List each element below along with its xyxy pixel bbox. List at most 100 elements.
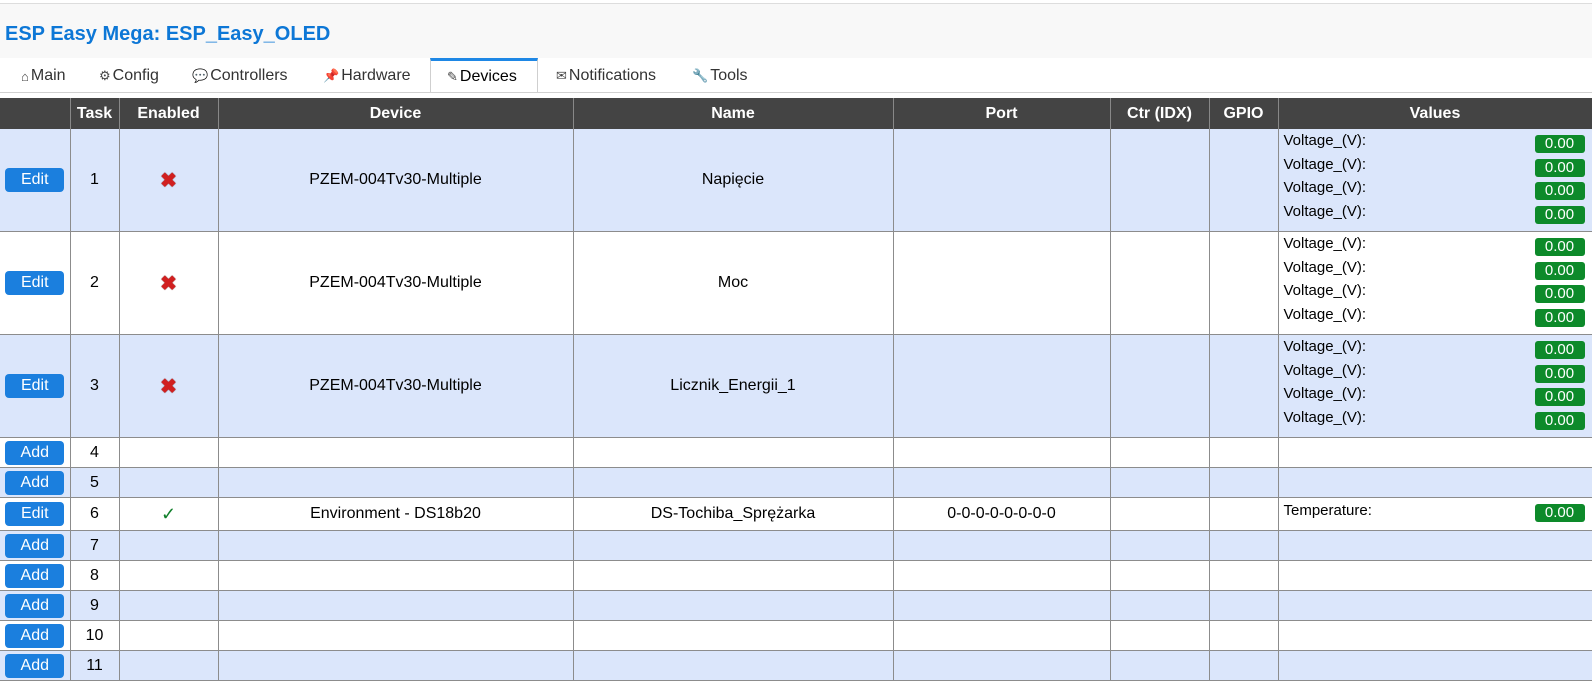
device-name: DS-Tochiba_Sprężarka <box>573 497 894 531</box>
value-row: Voltage_(V): 0.00 <box>1279 130 1592 154</box>
add-button[interactable]: Add <box>5 533 65 558</box>
device-port <box>893 231 1111 335</box>
table-row: Add 9 <box>0 590 1592 621</box>
tab-controllers[interactable]: 💬 Controllers <box>192 58 288 94</box>
tab-main[interactable]: ⌂ Main <box>21 58 66 94</box>
plug-icon: ✎ <box>447 68 458 84</box>
tab-hardware-label: Hardware <box>341 67 411 84</box>
device-ctr-idx <box>1110 334 1210 438</box>
device-type: PZEM-004Tv30-Multiple <box>218 129 574 232</box>
pin-icon: 📌 <box>323 68 340 83</box>
value-badge: 0.00 <box>1534 388 1585 407</box>
tab-controllers-label: Controllers <box>210 67 288 84</box>
device-name: Licznik_Energii_1 <box>573 334 894 438</box>
value-label: Voltage_(V): <box>1283 179 1367 197</box>
task-number: 8 <box>70 560 120 591</box>
edit-button[interactable]: Edit <box>5 502 65 526</box>
table-row: Edit 6 ✓ Environment - DS18b20 DS-Tochib… <box>0 497 1592 531</box>
tab-notifications-label: Notifications <box>568 67 657 84</box>
task-number: 3 <box>70 334 120 438</box>
chat-icon: 💬 <box>192 68 209 83</box>
device-values: Voltage_(V): 0.00 Voltage_(V): 0.00 Voltag… <box>1278 334 1592 438</box>
value-row: Voltage_(V): 0.00 <box>1279 407 1592 431</box>
tab-devices-label: Devices <box>459 67 517 85</box>
col-header-port: Port <box>893 98 1111 129</box>
value-row: Voltage_(V): 0.00 <box>1279 233 1592 257</box>
device-type: PZEM-004Tv30-Multiple <box>218 231 574 335</box>
tab-config-label: Config <box>112 67 159 84</box>
task-number: 9 <box>70 590 120 621</box>
tab-tools-label: Tools <box>710 67 748 84</box>
add-button[interactable]: Add <box>5 593 65 618</box>
tab-devices[interactable]: ✎ Devices <box>430 58 538 92</box>
value-label: Voltage_(V): <box>1283 132 1367 149</box>
device-type: Environment - DS18b20 <box>218 497 574 531</box>
col-header-action <box>0 98 71 129</box>
device-gpio <box>1209 497 1279 531</box>
value-badge: 0.00 <box>1534 182 1585 201</box>
enabled-check-icon: ✓ <box>160 503 177 524</box>
tab-config[interactable]: ⚙ Config <box>99 58 159 94</box>
value-badge: 0.00 <box>1534 135 1585 153</box>
value-label: Temperature: <box>1283 502 1372 519</box>
device-ctr-idx <box>1110 497 1210 531</box>
device-values: Voltage_(V): 0.00 Voltage_(V): 0.00 Voltag… <box>1278 129 1592 232</box>
table-row: Add 4 <box>0 437 1592 468</box>
tab-tools[interactable]: 🔧 Tools <box>692 58 748 94</box>
edit-button[interactable]: Edit <box>5 271 65 295</box>
app-title: ESP Easy Mega: ESP_Easy_OLED <box>5 23 331 45</box>
device-values: Temperature: 0.00 <box>1278 497 1592 531</box>
home-icon: ⌂ <box>21 68 29 84</box>
table-row: Add 5 <box>0 467 1592 498</box>
value-badge: 0.00 <box>1534 308 1585 327</box>
device-port: 0-0-0-0-0-0-0-0 <box>893 497 1111 531</box>
task-number: 2 <box>70 231 120 335</box>
add-button[interactable]: Add <box>5 653 65 678</box>
tab-notifications[interactable]: ✉ Notifications <box>556 58 656 94</box>
table-row: Edit 1 ✖ PZEM-004Tv30-Multiple Napięcie … <box>0 129 1592 232</box>
value-badge: 0.00 <box>1534 205 1585 224</box>
table-row: Edit 3 ✖ PZEM-004Tv30-Multiple Licznik_E… <box>0 334 1592 438</box>
value-label: Voltage_(V): <box>1283 385 1367 403</box>
value-label: Voltage_(V): <box>1283 305 1367 323</box>
add-button[interactable]: Add <box>5 440 65 465</box>
value-badge: 0.00 <box>1534 238 1585 256</box>
value-badge: 0.00 <box>1534 411 1585 430</box>
task-number: 11 <box>70 650 120 681</box>
edit-button[interactable]: Edit <box>5 374 65 398</box>
table-row: Add 10 <box>0 620 1592 651</box>
envelope-icon: ✉ <box>556 68 567 83</box>
value-row: Voltage_(V): 0.00 <box>1279 280 1592 304</box>
value-badge: 0.00 <box>1534 285 1585 304</box>
value-label: Voltage_(V): <box>1283 408 1367 426</box>
add-button[interactable]: Add <box>5 563 65 588</box>
device-gpio <box>1209 334 1279 438</box>
device-name: Napięcie <box>573 129 894 232</box>
device-type: PZEM-004Tv30-Multiple <box>218 334 574 438</box>
table-row: Edit 2 ✖ PZEM-004Tv30-Multiple Moc Volta… <box>0 231 1592 335</box>
value-badge: 0.00 <box>1534 504 1585 522</box>
value-row: Voltage_(V): 0.00 <box>1279 177 1592 201</box>
value-row: Voltage_(V): 0.00 <box>1279 360 1592 384</box>
app-header: ESP Easy Mega: ESP_Easy_OLED <box>0 4 1592 58</box>
table-header-row: Task Enabled Device Name Port Ctr (IDX) … <box>0 98 1592 129</box>
task-number: 10 <box>70 620 120 651</box>
tab-hardware[interactable]: 📌 Hardware <box>323 58 411 94</box>
table-row: Add 8 <box>0 560 1592 591</box>
add-button[interactable]: Add <box>5 623 65 648</box>
value-label: Voltage_(V): <box>1283 155 1367 173</box>
col-header-device: Device <box>218 98 574 129</box>
table-row: Add 11 <box>0 650 1592 681</box>
col-header-values: Values <box>1278 98 1592 129</box>
col-header-task: Task <box>70 98 120 129</box>
edit-button[interactable]: Edit <box>5 168 65 192</box>
device-ctr-idx <box>1110 129 1210 232</box>
disabled-cross-icon: ✖ <box>160 375 177 398</box>
value-badge: 0.00 <box>1534 158 1585 177</box>
col-header-gpio: GPIO <box>1209 98 1279 129</box>
value-badge: 0.00 <box>1534 341 1585 359</box>
value-label: Voltage_(V): <box>1283 258 1367 276</box>
value-badge: 0.00 <box>1534 364 1585 383</box>
add-button[interactable]: Add <box>5 470 65 495</box>
tab-main-label: Main <box>30 67 66 84</box>
